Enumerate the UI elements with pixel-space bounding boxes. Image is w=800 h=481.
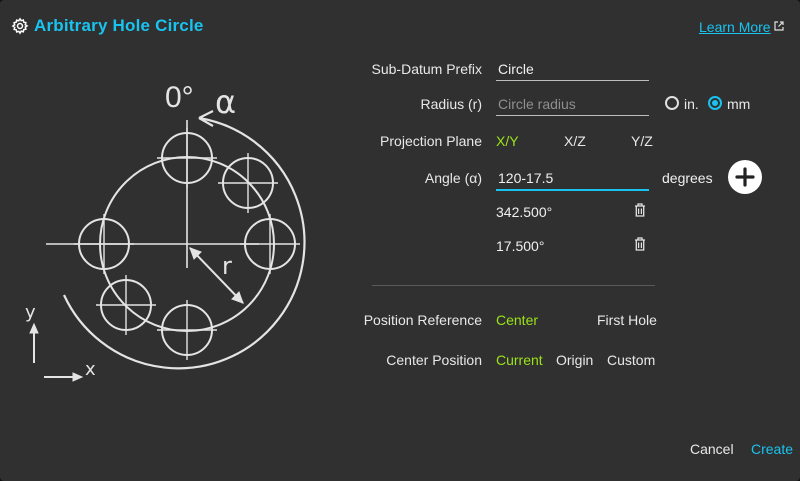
center-position-custom-option[interactable]: Custom xyxy=(607,352,655,368)
angle-list-item: 17.500° xyxy=(496,238,545,254)
sub-datum-prefix-label: Sub-Datum Prefix xyxy=(371,61,482,77)
section-divider xyxy=(372,285,655,286)
diagram-drawing xyxy=(29,110,306,382)
add-angle-button[interactable] xyxy=(728,160,762,194)
radius-label: r xyxy=(222,252,232,280)
angle-input[interactable]: 120-17.5 xyxy=(496,170,649,191)
radius-placeholder: Circle radius xyxy=(498,96,576,112)
dialog-title: Arbitrary Hole Circle xyxy=(34,16,204,35)
create-button[interactable]: Create xyxy=(751,441,793,457)
sub-datum-prefix-field[interactable]: Circle xyxy=(496,61,649,81)
projection-yz-option[interactable]: Y/Z xyxy=(631,133,653,149)
trash-icon[interactable] xyxy=(634,237,646,251)
unit-mm-radio[interactable] xyxy=(708,96,722,110)
y-axis-label: y xyxy=(25,302,36,323)
cancel-button[interactable]: Cancel xyxy=(690,441,734,457)
external-link-icon[interactable] xyxy=(774,21,784,31)
hole-circle-diagram: 0° α r y x xyxy=(25,81,306,382)
position-reference-first-hole-option[interactable]: First Hole xyxy=(597,312,657,328)
projection-xz-option[interactable]: X/Z xyxy=(564,133,586,149)
angle-units-label: degrees xyxy=(662,170,713,186)
learn-more-link[interactable]: Learn More xyxy=(699,19,771,35)
plus-icon xyxy=(735,167,755,187)
x-axis-label: x xyxy=(85,359,96,380)
unit-mm-label[interactable]: mm xyxy=(727,96,750,112)
center-position-label: Center Position xyxy=(386,352,482,368)
center-position-origin-option[interactable]: Origin xyxy=(556,352,593,368)
unit-inches-label[interactable]: in. xyxy=(684,96,699,112)
angle-list-item: 342.500° xyxy=(496,204,553,220)
title-bar: Arbitrary Hole Circle Learn More xyxy=(0,0,800,50)
angle-zero-label: 0° xyxy=(165,81,194,114)
projection-xy-option[interactable]: X/Y xyxy=(496,133,519,149)
angle-label: Angle (α) xyxy=(424,170,482,186)
hole-circle-dialog: Arbitrary Hole Circle Learn More 0° α r … xyxy=(0,0,800,481)
position-reference-label: Position Reference xyxy=(363,312,482,328)
unit-inches-radio[interactable] xyxy=(665,96,679,110)
trash-icon[interactable] xyxy=(634,203,646,217)
gear-icon[interactable] xyxy=(11,17,29,35)
radius-label-text: Radius (r) xyxy=(420,96,482,112)
alpha-label: α xyxy=(215,83,236,121)
radius-field[interactable]: Circle radius xyxy=(496,96,649,116)
projection-plane-label: Projection Plane xyxy=(380,133,482,149)
center-position-current-option[interactable]: Current xyxy=(496,352,543,368)
position-reference-center-option[interactable]: Center xyxy=(496,312,538,328)
